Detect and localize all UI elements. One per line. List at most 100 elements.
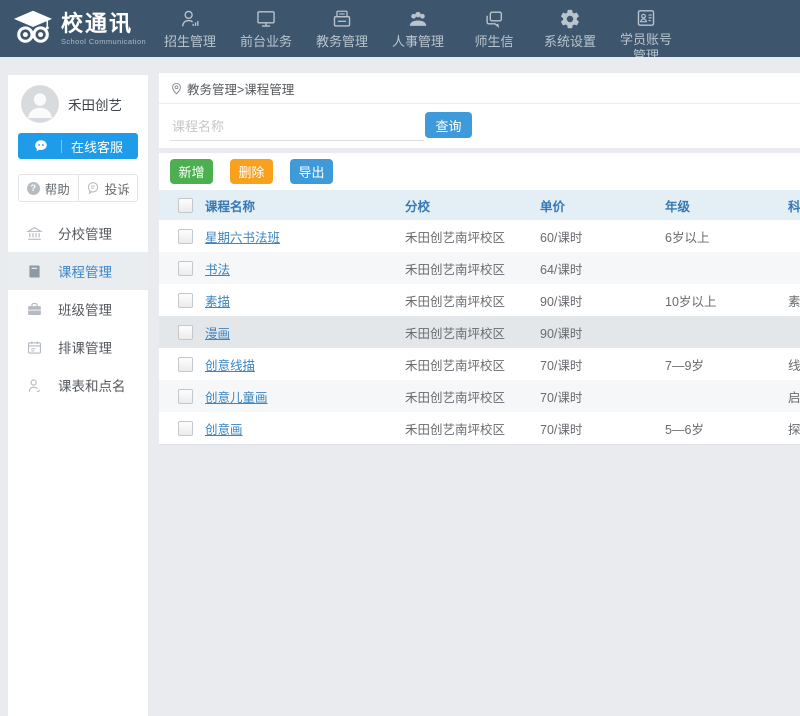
subject-cell bbox=[788, 252, 800, 284]
nav-item-label: 师生信 bbox=[474, 34, 513, 50]
nav-item-settings[interactable]: 系统设置 bbox=[538, 0, 602, 57]
top-nav: 校通讯 School Communication 招生管理 前台业务 教务管理 bbox=[0, 0, 800, 57]
grade-cell: 7—9岁 bbox=[665, 348, 788, 380]
nav-item-hr[interactable]: 人事管理 bbox=[386, 0, 450, 57]
grade-cell bbox=[665, 380, 788, 412]
subject-cell: 素 bbox=[788, 284, 800, 316]
sidebar-menu: 分校管理 课程管理 班级管理 排课管理 课表和点名 bbox=[8, 214, 148, 404]
add-button[interactable]: 新增 bbox=[170, 159, 213, 184]
book-icon bbox=[26, 263, 43, 280]
subject-cell: 线 bbox=[788, 348, 800, 380]
sidebar-item-scheduling[interactable]: 排课管理 bbox=[8, 328, 148, 366]
export-button[interactable]: 导出 bbox=[290, 159, 333, 184]
nav-item-label: 前台业务 bbox=[240, 34, 292, 50]
course-table: 课程名称 分校 单价 年级 科 星期六书法班 禾田创艺南坪校区 60/课时 6岁… bbox=[159, 190, 800, 444]
id-card-icon bbox=[635, 7, 657, 29]
nav-item-label: 系统设置 bbox=[544, 34, 596, 50]
person-stats-icon bbox=[179, 7, 201, 31]
complaint-label: 投诉 bbox=[105, 179, 130, 198]
price-cell: 60/课时 bbox=[540, 220, 665, 252]
online-service-button[interactable]: 在线客服 bbox=[18, 133, 138, 159]
question-icon: ? bbox=[27, 182, 40, 195]
column-header-grade: 年级 bbox=[665, 190, 788, 220]
chat-bubbles-icon bbox=[483, 7, 505, 31]
sidebar-item-course-management[interactable]: 课程管理 bbox=[8, 252, 148, 290]
location-pin-icon bbox=[170, 82, 187, 95]
course-link[interactable]: 书法 bbox=[205, 263, 230, 277]
people-icon bbox=[407, 7, 429, 31]
price-cell: 70/课时 bbox=[540, 348, 665, 380]
table-row: 创意线描 禾田创艺南坪校区 70/课时 7—9岁 线 bbox=[159, 348, 800, 380]
row-checkbox[interactable] bbox=[178, 261, 193, 276]
branch-cell: 禾田创艺南坪校区 bbox=[405, 348, 540, 380]
table-row: 星期六书法班 禾田创艺南坪校区 60/课时 6岁以上 bbox=[159, 220, 800, 252]
course-link[interactable]: 素描 bbox=[205, 295, 230, 309]
nav-item-messages[interactable]: 师生信 bbox=[462, 0, 526, 57]
table-row: 书法 禾田创艺南坪校区 64/课时 bbox=[159, 252, 800, 284]
app-logo: 校通讯 School Communication bbox=[0, 0, 156, 57]
nav-item-label: 招生管理 bbox=[164, 34, 216, 50]
table-row: 创意儿童画 禾田创艺南坪校区 70/课时 启 bbox=[159, 380, 800, 412]
branch-cell: 禾田创艺南坪校区 bbox=[405, 412, 540, 444]
course-link[interactable]: 星期六书法班 bbox=[205, 231, 280, 245]
sidebar-item-label: 课程管理 bbox=[58, 261, 112, 281]
price-cell: 70/课时 bbox=[540, 412, 665, 444]
toolbar: 新增 删除 导出 bbox=[159, 159, 800, 184]
subject-cell: 启 bbox=[788, 380, 800, 412]
help-button[interactable]: ? 帮助 bbox=[19, 175, 78, 201]
delete-button[interactable]: 删除 bbox=[230, 159, 273, 184]
select-all-checkbox[interactable] bbox=[178, 198, 193, 213]
bank-icon bbox=[26, 225, 43, 242]
row-checkbox[interactable] bbox=[178, 293, 193, 308]
column-header-branch: 分校 bbox=[405, 190, 540, 220]
table-header-row: 课程名称 分校 单价 年级 科 bbox=[159, 190, 800, 220]
row-checkbox[interactable] bbox=[178, 229, 193, 244]
grade-cell: 5—6岁 bbox=[665, 412, 788, 444]
row-checkbox[interactable] bbox=[178, 421, 193, 436]
nav-item-academic[interactable]: 教务管理 bbox=[310, 0, 374, 57]
nav-item-label: 人事管理 bbox=[392, 34, 444, 50]
nav-item-label: 学员账号管理 bbox=[614, 32, 678, 57]
row-checkbox[interactable] bbox=[178, 357, 193, 372]
query-button[interactable]: 查询 bbox=[425, 112, 472, 138]
branch-cell: 禾田创艺南坪校区 bbox=[405, 252, 540, 284]
subject-cell: 探 bbox=[788, 412, 800, 444]
sidebar-item-timetable-rollcall[interactable]: 课表和点名 bbox=[8, 366, 148, 404]
table-row: 创意画 禾田创艺南坪校区 70/课时 5—6岁 探 bbox=[159, 412, 800, 444]
speech-bubble-icon bbox=[86, 181, 100, 195]
course-link[interactable]: 创意线描 bbox=[205, 359, 255, 373]
row-checkbox[interactable] bbox=[178, 389, 193, 404]
owl-graduate-icon bbox=[10, 6, 56, 51]
course-link[interactable]: 创意画 bbox=[205, 423, 243, 437]
roster-icon bbox=[26, 377, 43, 394]
sidebar-item-label: 课表和点名 bbox=[58, 375, 126, 395]
nav-item-student-accounts[interactable]: 学员账号管理 bbox=[614, 0, 678, 57]
price-cell: 90/课时 bbox=[540, 284, 665, 316]
row-checkbox[interactable] bbox=[178, 325, 193, 340]
branch-cell: 禾田创艺南坪校区 bbox=[405, 220, 540, 252]
chat-face-icon bbox=[33, 138, 49, 154]
column-header-subject: 科 bbox=[788, 190, 800, 220]
nav-item-front-desk[interactable]: 前台业务 bbox=[234, 0, 298, 57]
course-link[interactable]: 创意儿童画 bbox=[205, 391, 268, 405]
complaint-button[interactable]: 投诉 bbox=[78, 175, 138, 201]
avatar bbox=[21, 85, 59, 123]
divider bbox=[61, 140, 62, 153]
sidebar-item-branch-management[interactable]: 分校管理 bbox=[8, 214, 148, 252]
sidebar-item-class-management[interactable]: 班级管理 bbox=[8, 290, 148, 328]
printer-icon bbox=[331, 7, 353, 31]
sidebar: 禾田创艺 在线客服 ? 帮助 投诉 分校管理 bbox=[8, 75, 148, 716]
nav-item-admissions[interactable]: 招生管理 bbox=[158, 0, 222, 57]
user-name: 禾田创艺 bbox=[68, 94, 122, 114]
main-content: 教务管理>课程管理 查询 新增 删除 导出 课程名称 分校 单价 年级 科 bbox=[159, 73, 800, 445]
sidebar-item-label: 分校管理 bbox=[58, 223, 112, 243]
breadcrumb: 教务管理>课程管理 bbox=[159, 73, 800, 104]
column-header-price: 单价 bbox=[540, 190, 665, 220]
branch-cell: 禾田创艺南坪校区 bbox=[405, 284, 540, 316]
grade-cell: 10岁以上 bbox=[665, 284, 788, 316]
course-link[interactable]: 漫画 bbox=[205, 327, 230, 341]
column-header-course-name: 课程名称 bbox=[205, 190, 405, 220]
course-name-input[interactable] bbox=[170, 113, 424, 141]
grade-cell bbox=[665, 252, 788, 284]
brand-name: 校通讯 bbox=[61, 12, 146, 36]
